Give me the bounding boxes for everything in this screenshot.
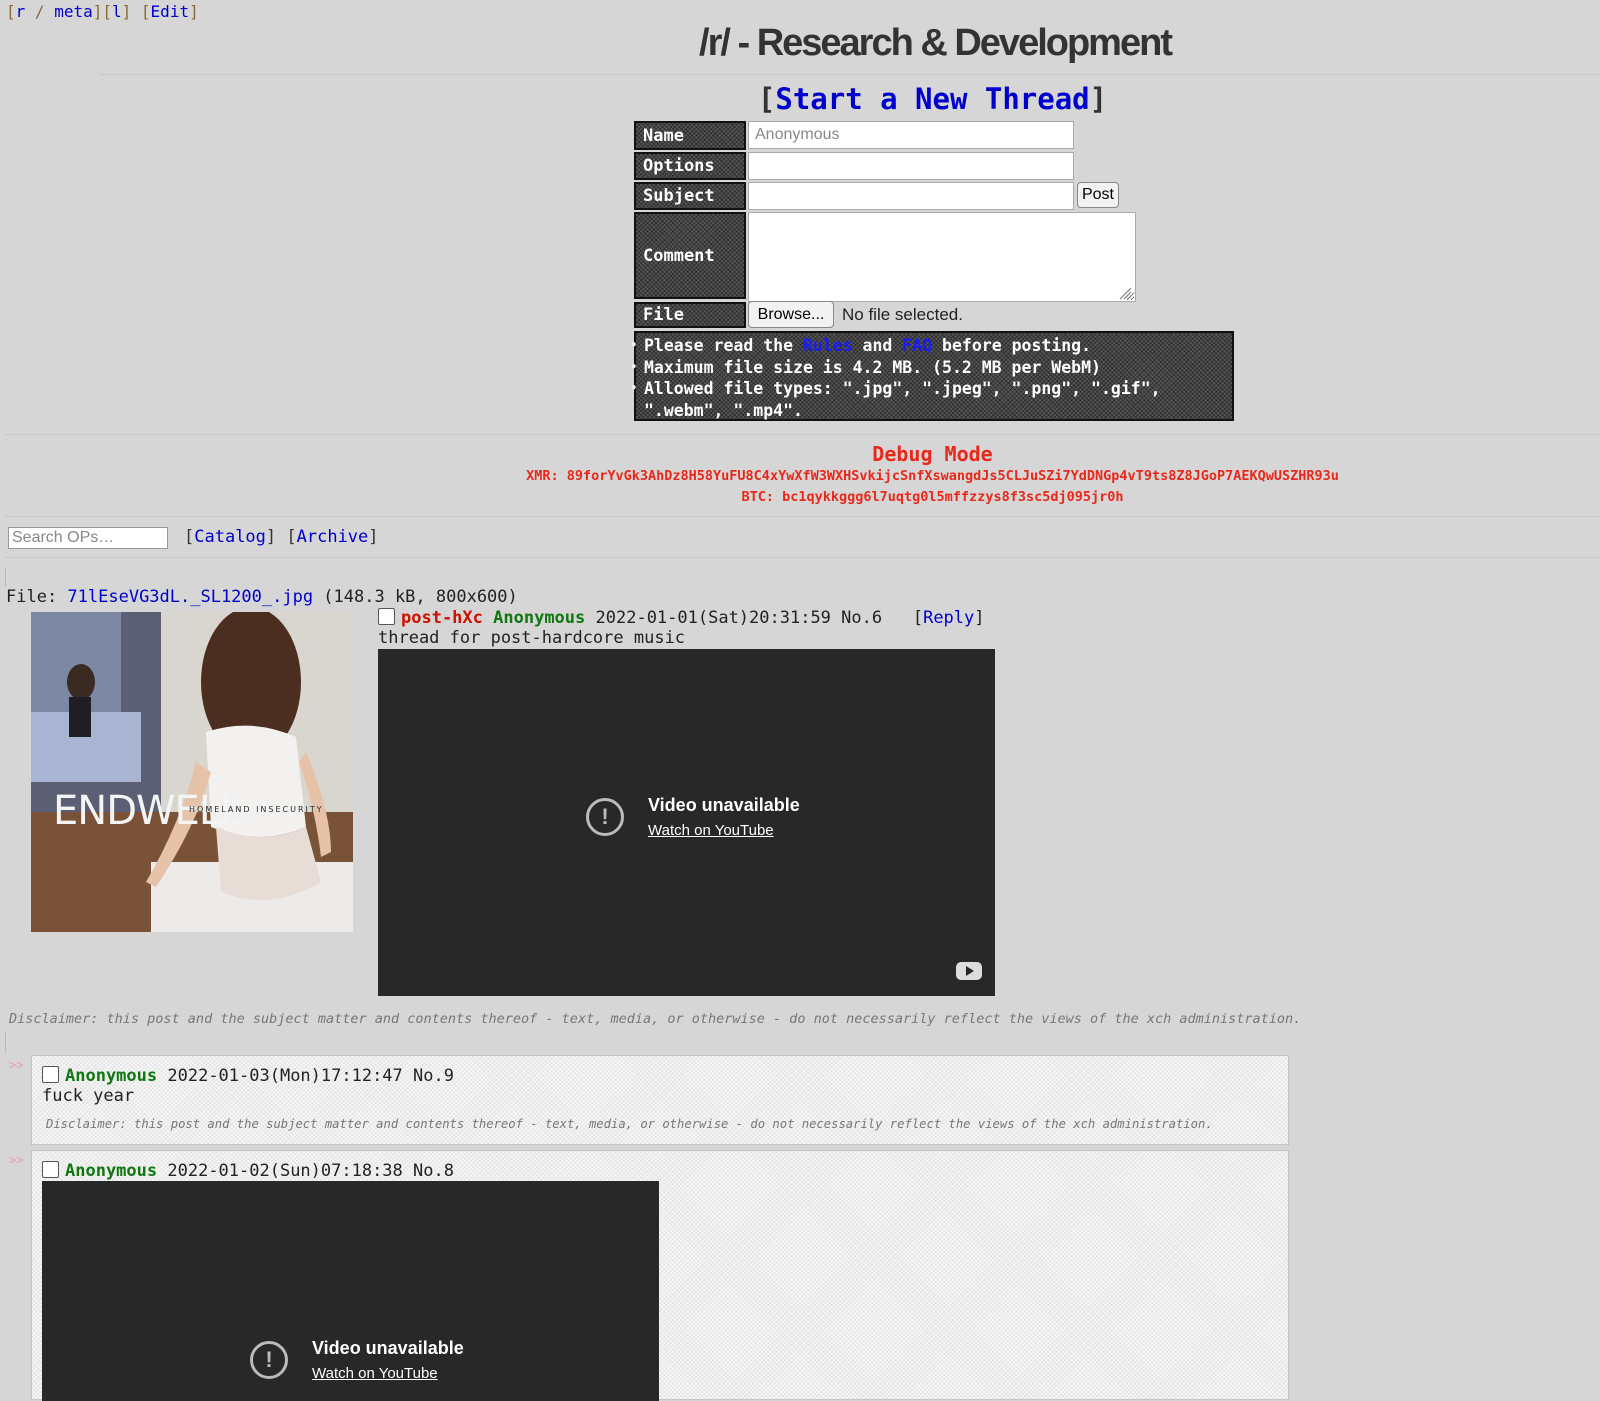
name-field[interactable] (748, 121, 1074, 149)
reply-post-number[interactable]: No.9 (413, 1066, 454, 1086)
options-field[interactable] (748, 152, 1074, 180)
search-ops-input[interactable] (8, 527, 168, 549)
board-link-l[interactable]: l (112, 2, 122, 21)
op-poster-name: Anonymous (493, 608, 586, 628)
allowed-file-types-line: Allowed file types: ".jpg", ".jpeg", ".p… (630, 378, 1226, 421)
xmr-address: XMR: 89forYvGk3AhDz8H58YuFU8C4xYwXfW3WXH… (526, 468, 1339, 484)
op-youtube-embed[interactable]: ! Video unavailable Watch on YouTube (378, 649, 995, 996)
board-link-meta[interactable]: meta (54, 2, 93, 21)
video-unavailable-text: Video unavailable (312, 1338, 464, 1358)
reply-post-header: Anonymous 2022-01-02(Sun)07:18:38 No.8 (42, 1161, 454, 1181)
comment-label: Comment (634, 212, 746, 299)
max-file-size-line: Maximum file size is 4.2 MB. (5.2 MB per… (630, 357, 1226, 379)
rules-link[interactable]: Rules (803, 336, 853, 355)
reply-youtube-embed[interactable]: ! Video unavailable Watch on YouTube (42, 1181, 659, 1401)
alert-icon: ! (250, 1341, 288, 1379)
reply-date: 2022-01-03(Mon)17:12:47 (167, 1066, 403, 1086)
board-link-r[interactable]: r (16, 2, 26, 21)
album-title-text: HOMELAND INSECURITY (189, 805, 324, 814)
op-disclaimer: Disclaimer: this post and the subject ma… (9, 1011, 1302, 1027)
faq-link[interactable]: FAQ (902, 336, 932, 355)
op-thumbnail[interactable]: ENDWELL HOMELAND INSECURITY (31, 612, 353, 932)
no-file-text: No file selected. (842, 305, 963, 324)
reply-poster-name: Anonymous (65, 1066, 158, 1086)
reply-poster-name: Anonymous (65, 1161, 158, 1181)
reply-arrows: >> (9, 1153, 24, 1167)
nav-separator: / (34, 2, 45, 21)
divider (5, 434, 1600, 435)
op-file-link[interactable]: 71lEseVG3dL._SL1200_.jpg (67, 587, 313, 607)
subject-label: Subject (634, 182, 746, 210)
reply-select-checkbox[interactable] (42, 1066, 59, 1083)
op-subject: post-hXc (401, 608, 483, 628)
debug-title: Debug Mode (872, 442, 993, 466)
op-message: thread for post-hardcore music (378, 628, 686, 648)
btc-address: BTC: bc1qykkggg6l7uqtg0l5mffzzys8f3sc5dj… (741, 489, 1124, 505)
resize-grip-icon[interactable] (1118, 286, 1132, 300)
top-nav: [r / meta][l] [Edit] (6, 2, 199, 21)
comment-field[interactable] (748, 212, 1136, 302)
reply-arrows: >> (9, 1058, 24, 1072)
divider (5, 557, 1600, 558)
op-post-header: post-hXc Anonymous 2022-01-01(Sat)20:31:… (378, 608, 985, 628)
reply-post: Anonymous 2022-01-02(Sun)07:18:38 No.8 !… (31, 1150, 1289, 1401)
thread-marker (5, 567, 6, 587)
subject-field[interactable] (748, 182, 1074, 210)
reply-post: Anonymous 2022-01-03(Mon)17:12:47 No.9 f… (31, 1055, 1289, 1145)
thread-marker (5, 1031, 6, 1053)
reply-link[interactable]: Reply (923, 608, 974, 628)
reply-select-checkbox[interactable] (42, 1161, 59, 1178)
options-label: Options (634, 152, 746, 180)
op-date: 2022-01-01(Sat)20:31:59 (595, 608, 831, 628)
posting-rules: Please read the Rules and FAQ before pos… (630, 331, 1234, 421)
board-title: /r/ - Research & Development (699, 22, 1173, 64)
op-post-number[interactable]: No.6 (841, 608, 882, 628)
start-new-thread-link[interactable]: Start a New Thread (775, 82, 1089, 116)
reply-post-header: Anonymous 2022-01-03(Mon)17:12:47 No.9 (42, 1066, 454, 1086)
file-label: File (634, 302, 746, 328)
name-label: Name (634, 121, 746, 150)
board-nav: [Catalog] [Archive] (184, 527, 379, 547)
op-file-info: File: 71lEseVG3dL._SL1200_.jpg (148.3 kB… (6, 587, 518, 607)
watch-on-youtube-link[interactable]: Watch on YouTube (648, 822, 800, 839)
archive-link[interactable]: Archive (297, 527, 369, 547)
reply-message: fuck year (42, 1086, 135, 1106)
video-unavailable-text: Video unavailable (648, 795, 800, 815)
watch-on-youtube-link[interactable]: Watch on YouTube (312, 1365, 464, 1382)
debug-banner: Debug Mode XMR: 89forYvGk3AhDz8H58YuFU8C… (0, 442, 1600, 508)
catalog-link[interactable]: Catalog (194, 527, 266, 547)
divider (100, 74, 1600, 75)
alert-icon: ! (586, 798, 624, 836)
album-cover-image: ENDWELL HOMELAND INSECURITY (31, 612, 353, 932)
reply-date: 2022-01-02(Sun)07:18:38 (167, 1161, 403, 1181)
post-button[interactable]: Post (1077, 182, 1119, 208)
rules-line: Please read the Rules and FAQ before pos… (630, 335, 1226, 357)
reply-disclaimer: Disclaimer: this post and the subject ma… (46, 1117, 1213, 1131)
op-select-checkbox[interactable] (378, 608, 395, 625)
edit-link[interactable]: Edit (151, 2, 190, 21)
browse-button[interactable]: Browse... (748, 301, 834, 328)
divider (5, 516, 1600, 517)
youtube-logo-icon[interactable] (956, 962, 982, 980)
reply-post-number[interactable]: No.8 (413, 1161, 454, 1181)
new-thread-heading: [Start a New Thread] (757, 82, 1108, 116)
